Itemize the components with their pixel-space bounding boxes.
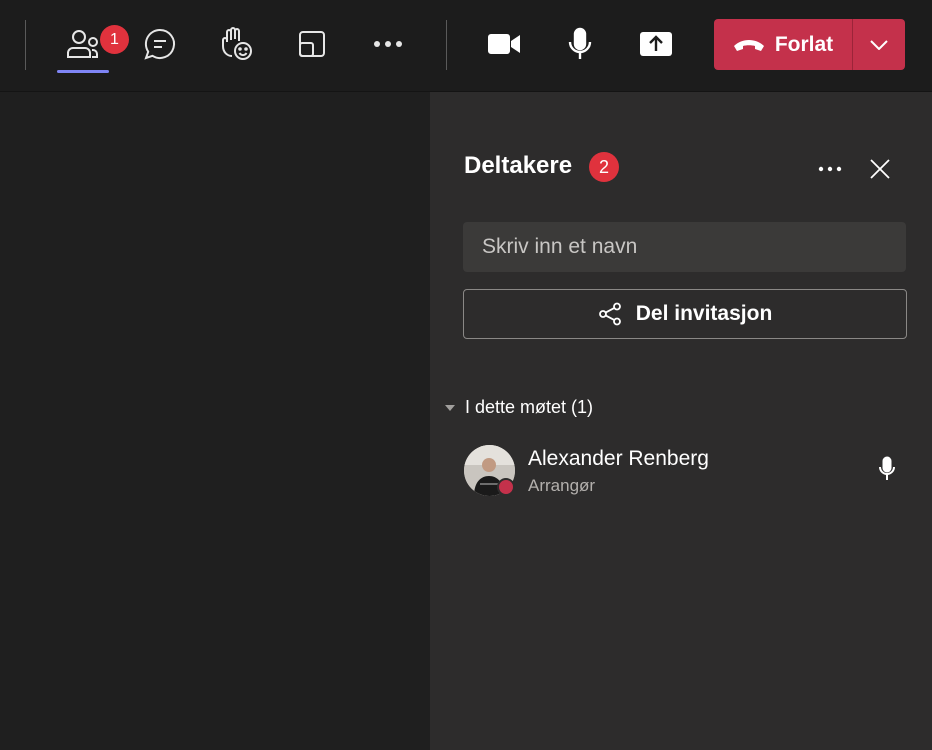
raise-hand-emoji-icon	[222, 27, 252, 60]
participant-name: Alexander Renberg	[528, 447, 709, 470]
participant-row[interactable]: Alexander Renberg Arrangør	[464, 445, 904, 497]
meeting-stage	[0, 92, 430, 750]
chat-icon	[144, 28, 176, 60]
section-label: I dette møtet (1)	[465, 397, 594, 417]
panel-more-button[interactable]	[815, 154, 845, 184]
more-icon	[374, 41, 402, 47]
participant-role: Arrangør	[528, 476, 596, 495]
meeting-toolbar: 1 Forlat	[0, 0, 932, 92]
panel-title-badge: 2	[589, 152, 619, 182]
close-icon	[870, 159, 890, 179]
hang-up-icon	[733, 39, 764, 51]
share-invite-button[interactable]: Del invitasjon	[463, 289, 907, 339]
leave-split-button: Forlat	[714, 19, 905, 70]
reactions-button[interactable]	[210, 18, 262, 70]
rooms-icon	[299, 31, 325, 57]
participants-panel: Deltakere 2 Del invitasjon I dette møtet…	[430, 92, 932, 750]
camera-button[interactable]	[478, 18, 530, 70]
toolbar-divider	[25, 20, 26, 70]
participants-count-badge: 1	[100, 25, 129, 54]
share-icon	[598, 302, 621, 326]
leave-options-button[interactable]	[853, 19, 905, 70]
leave-button[interactable]: Forlat	[714, 19, 852, 70]
more-actions-button[interactable]	[362, 18, 414, 70]
chat-button[interactable]	[134, 18, 186, 70]
leave-label: Forlat	[774, 32, 834, 56]
rooms-button[interactable]	[286, 18, 338, 70]
microphone-button[interactable]	[554, 18, 606, 70]
participant-search-input[interactable]	[463, 222, 906, 272]
panel-close-button[interactable]	[865, 154, 895, 184]
in-meeting-section-toggle[interactable]: I dette møtet (1)	[445, 397, 593, 418]
share-screen-icon	[640, 32, 672, 56]
presence-status-dot	[497, 478, 515, 496]
microphone-icon	[568, 27, 592, 59]
video-camera-icon	[488, 34, 520, 54]
panel-title: Deltakere	[464, 152, 573, 179]
people-icon	[67, 30, 98, 58]
chevron-down-icon	[870, 39, 888, 50]
share-screen-button[interactable]	[630, 18, 682, 70]
active-tab-indicator	[57, 70, 109, 73]
share-invite-label: Del invitasjon	[635, 302, 773, 325]
toolbar-divider	[446, 20, 447, 70]
caret-down-icon	[445, 404, 455, 411]
participant-microphone-icon	[879, 456, 895, 480]
more-icon	[818, 166, 842, 172]
